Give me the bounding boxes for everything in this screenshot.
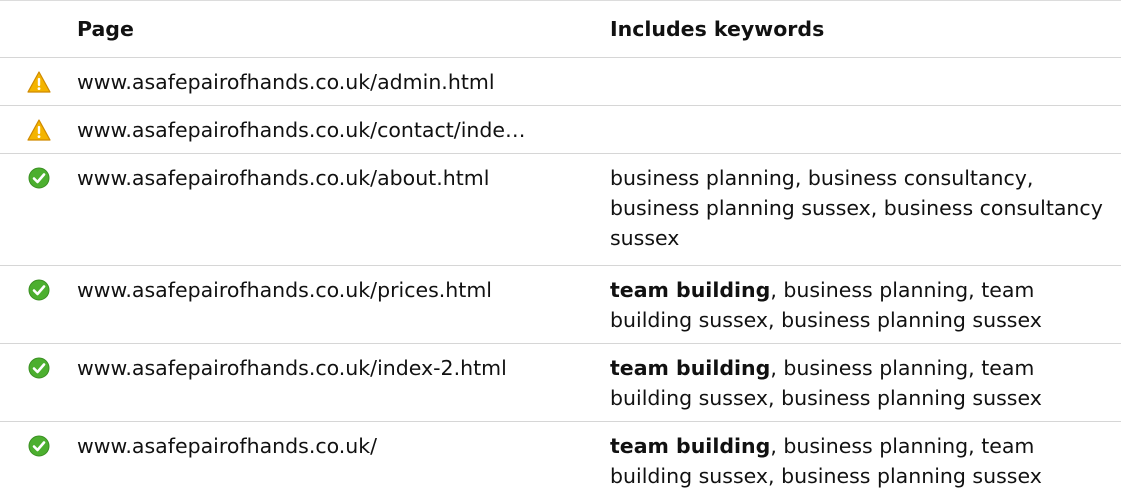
keywords-cell: business planning, business consultancy,… — [610, 154, 1121, 253]
keywords-column-header: Includes keywords — [610, 17, 825, 41]
page-url: www.asafepairofhands.co.uk/index-2.html — [77, 356, 507, 380]
check-circle-icon — [28, 167, 50, 189]
table-row: www.asafepairofhands.co.uk/ team buildin… — [0, 422, 1121, 500]
keyword-strong: team building — [610, 278, 771, 302]
keyword-pages-table: Page Includes keywords www.asafepairofha… — [0, 0, 1121, 500]
page-url: www.asafepairofhands.co.uk/admin.html — [77, 70, 495, 94]
keyword-strong: team building — [610, 356, 771, 380]
keywords-cell: team building, business planning, team b… — [610, 422, 1121, 491]
keyword-list: business planning, business consultancy,… — [610, 166, 1103, 250]
table-row: www.asafepairofhands.co.uk/about.html bu… — [0, 154, 1121, 266]
status-cell — [0, 344, 77, 379]
status-cell — [0, 422, 77, 457]
page-column-header: Page — [77, 17, 134, 41]
keyword-strong: team building — [610, 434, 771, 458]
status-cell — [0, 266, 77, 301]
page-url: www.asafepairofhands.co.uk/prices.html — [77, 278, 492, 302]
warning-icon — [26, 119, 51, 141]
table-header-row: Page Includes keywords — [0, 1, 1121, 58]
check-circle-icon — [28, 357, 50, 379]
table-row: www.asafepairofhands.co.uk/contact/inde… — [0, 106, 1121, 154]
check-circle-icon — [28, 435, 50, 457]
status-cell — [0, 58, 77, 93]
table-row: www.asafepairofhands.co.uk/prices.html t… — [0, 266, 1121, 344]
keywords-cell: team building, business planning, team b… — [610, 266, 1121, 335]
keywords-cell: team building, business planning, team b… — [610, 344, 1121, 413]
page-url: www.asafepairofhands.co.uk/about.html — [77, 166, 490, 190]
status-cell — [0, 106, 77, 141]
page-url: www.asafepairofhands.co.uk/ — [77, 434, 378, 458]
table-row: www.asafepairofhands.co.uk/admin.html — [0, 58, 1121, 106]
warning-icon — [26, 71, 51, 93]
table-row: www.asafepairofhands.co.uk/index-2.html … — [0, 344, 1121, 422]
status-cell — [0, 154, 77, 189]
check-circle-icon — [28, 279, 50, 301]
page-url: www.asafepairofhands.co.uk/contact/inde… — [77, 118, 526, 142]
